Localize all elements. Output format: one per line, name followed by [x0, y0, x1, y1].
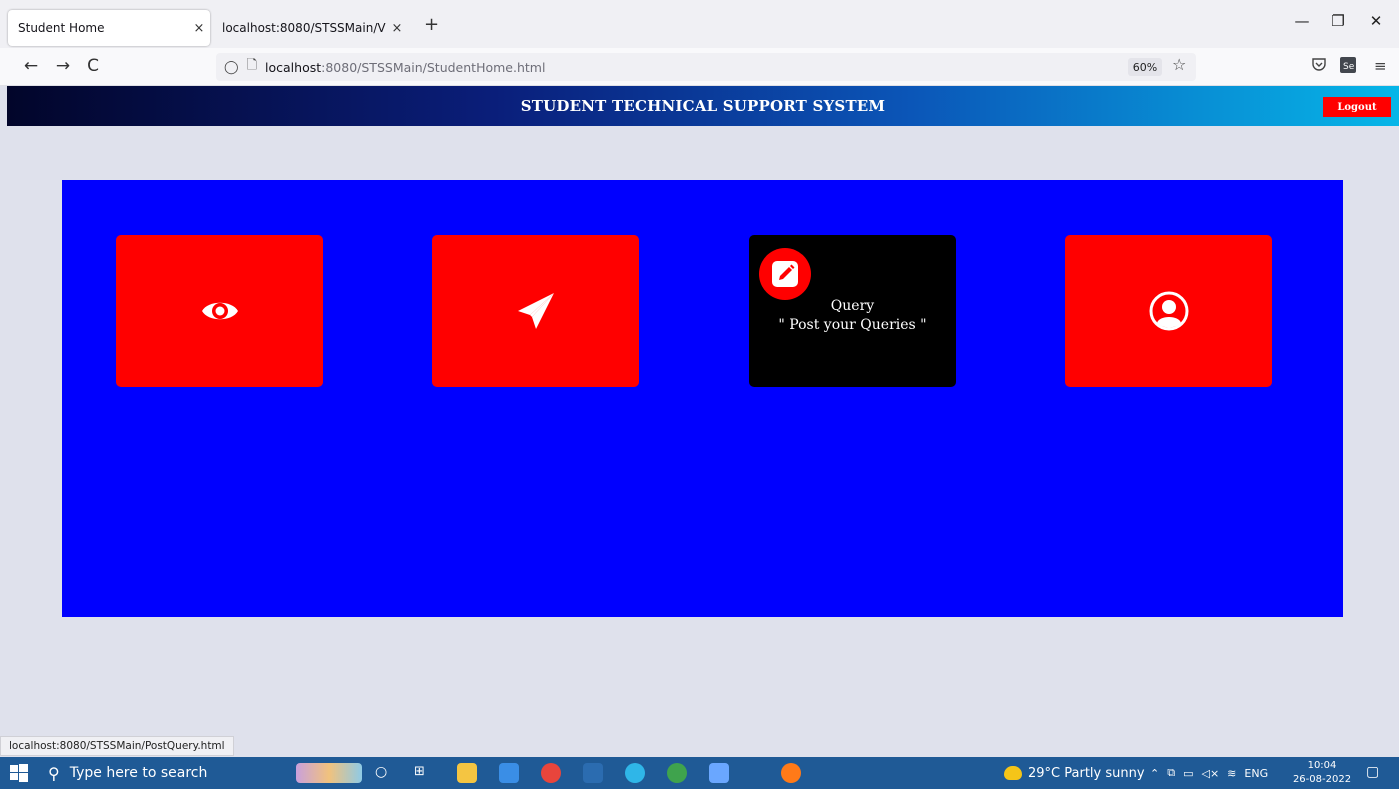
paper-plane-icon: [515, 290, 557, 332]
cortana-icon[interactable]: ○: [375, 764, 395, 784]
language-indicator[interactable]: ENG: [1244, 767, 1268, 780]
search-highlight-icon[interactable]: [296, 763, 362, 783]
dashboard-panel: Query " Post your Queries ": [62, 180, 1343, 617]
card-title: Query: [830, 298, 875, 314]
link-preview-status: localhost:8080/STSSMain/PostQuery.html: [0, 736, 234, 756]
chrome-icon[interactable]: [541, 763, 561, 783]
minimize-icon[interactable]: —: [1282, 12, 1322, 30]
back-arrow-icon[interactable]: ←: [18, 56, 44, 76]
tab-label: localhost:8080/STSSMain/ViewQuer: [222, 21, 386, 35]
logout-button[interactable]: Logout: [1323, 97, 1391, 117]
tab-close-icon[interactable]: ×: [386, 21, 408, 36]
notification-icon[interactable]: ▢: [1366, 764, 1379, 780]
menu-icon[interactable]: ≡: [1374, 57, 1387, 75]
wifi-icon[interactable]: ≋: [1227, 767, 1236, 780]
mail-icon[interactable]: [499, 763, 519, 783]
taskbar-search[interactable]: ⚲ Type here to search: [48, 757, 288, 789]
post-query-card[interactable]: Query " Post your Queries ": [749, 235, 956, 387]
windows-start-icon[interactable]: [10, 764, 28, 782]
user-circle-icon: [1148, 290, 1190, 332]
selenium-extension-icon[interactable]: Se: [1340, 57, 1356, 77]
pencil-square-icon: [759, 248, 811, 300]
zoom-level-button[interactable]: 60%: [1128, 58, 1162, 76]
restore-icon[interactable]: ❐: [1318, 12, 1358, 30]
tab-student-home[interactable]: Student Home ×: [8, 10, 210, 46]
url-host: localhost: [265, 59, 322, 75]
clock-time: 10:04: [1307, 760, 1337, 771]
svg-text:Se: Se: [1343, 62, 1355, 72]
browser-tab-strip: Student Home × localhost:8080/STSSMain/V…: [0, 0, 1399, 48]
reload-icon[interactable]: C: [80, 56, 106, 76]
view-queries-card[interactable]: [116, 235, 323, 387]
edge-icon[interactable]: [625, 763, 645, 783]
partly-sunny-icon: [1004, 766, 1022, 780]
browser-nav-bar: ← → C ◯ 🗋 localhost :8080/STSSMain/Stude…: [0, 48, 1399, 86]
clock-date: 26-08-2022: [1292, 774, 1352, 785]
bookmark-star-icon[interactable]: ☆: [1172, 55, 1186, 74]
firefox-icon[interactable]: [781, 763, 801, 783]
taskbar-clock[interactable]: 10:04 26-08-2022: [1292, 759, 1352, 787]
battery-icon[interactable]: ▭: [1183, 767, 1193, 780]
forward-arrow-icon[interactable]: →: [50, 56, 76, 76]
close-window-icon[interactable]: ✕: [1356, 12, 1396, 30]
address-bar[interactable]: ◯ 🗋 localhost :8080/STSSMain/StudentHome…: [216, 53, 1196, 81]
pocket-icon[interactable]: [1312, 57, 1326, 75]
eye-icon: [199, 290, 241, 332]
snipping-tool-icon[interactable]: [583, 763, 603, 783]
tab-close-icon[interactable]: ×: [188, 21, 210, 36]
search-placeholder: Type here to search: [69, 765, 208, 781]
site-header: STUDENT TECHNICAL SUPPORT SYSTEM Logout: [7, 86, 1399, 126]
weather-widget[interactable]: 29°C Partly sunny: [1004, 757, 1145, 789]
chrome-canary-icon[interactable]: [667, 763, 687, 783]
card-caption: Query " Post your Queries ": [749, 297, 956, 335]
new-tab-button[interactable]: +: [424, 14, 439, 35]
tab-label: Student Home: [18, 21, 105, 35]
weather-text: 29°C Partly sunny: [1028, 765, 1145, 781]
file-explorer-icon[interactable]: [457, 763, 477, 783]
system-tray: ⌃ ⧉ ▭ ◁× ≋ ENG: [1150, 757, 1268, 789]
send-card[interactable]: [432, 235, 639, 387]
meet-now-icon[interactable]: ⧉: [1167, 766, 1175, 780]
profile-card[interactable]: [1065, 235, 1272, 387]
windows-taskbar: ⚲ Type here to search ○ ⊞ 29°C Partly su…: [0, 757, 1399, 789]
card-subtitle: " Post your Queries ": [778, 317, 927, 333]
task-view-icon[interactable]: ⊞: [414, 764, 434, 784]
volume-muted-icon[interactable]: ◁×: [1201, 767, 1219, 780]
page-body: STUDENT TECHNICAL SUPPORT SYSTEM Logout: [7, 86, 1399, 756]
cube-app-icon[interactable]: [709, 763, 729, 783]
page-icon: 🗋: [246, 58, 258, 73]
shield-icon[interactable]: ◯: [224, 60, 239, 75]
tab-view-queries[interactable]: localhost:8080/STSSMain/ViewQuer ×: [212, 10, 408, 46]
search-icon: ⚲: [48, 763, 60, 783]
site-title: STUDENT TECHNICAL SUPPORT SYSTEM: [520, 97, 886, 115]
chevron-up-icon[interactable]: ⌃: [1150, 767, 1159, 780]
url-path: :8080/STSSMain/StudentHome.html: [321, 59, 546, 75]
